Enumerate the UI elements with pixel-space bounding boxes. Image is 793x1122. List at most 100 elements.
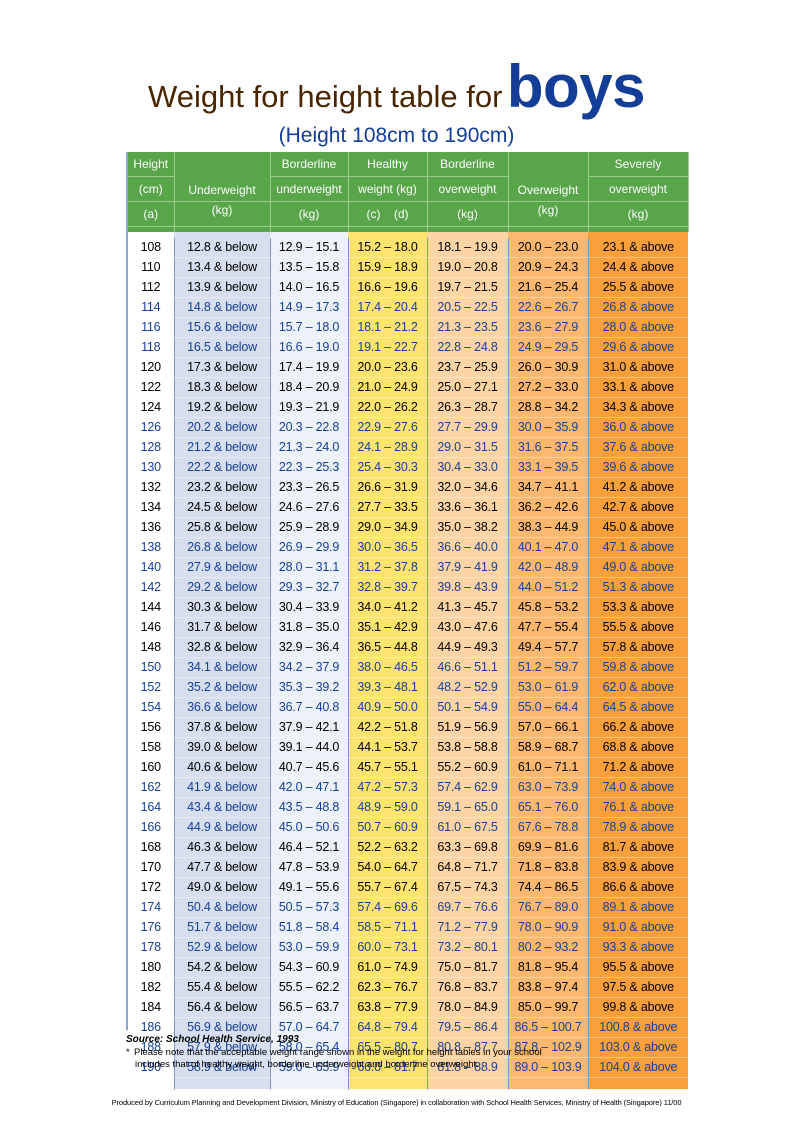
- cell-overweight: 36.2 – 42.6: [508, 497, 589, 518]
- cell-height: 174: [128, 897, 175, 918]
- cell-healthy-weight: 54.0 – 64.7: [348, 857, 428, 878]
- cell-overweight: 78.0 – 90.9: [508, 917, 589, 938]
- cell-severely-overweight: 100.8 & above: [588, 1017, 688, 1038]
- cell-healthy-weight: 27.7 – 33.5: [348, 497, 428, 518]
- cell-healthy-weight: 63.8 – 77.9: [348, 997, 428, 1018]
- header-height-line1: Height: [128, 152, 175, 177]
- cell-borderline-overweight: 27.7 – 29.9: [427, 417, 509, 438]
- cell-healthy-weight: 19.1 – 22.7: [348, 337, 428, 358]
- table-row: 150 34.1 & below 34.2 – 37.9 38.0 – 46.5 46.…: [128, 657, 688, 678]
- cell-underweight: 13.4 & below: [174, 257, 271, 278]
- cell-underweight: 32.8 & below: [174, 637, 271, 658]
- cell-borderline-overweight: 55.2 – 60.9: [427, 757, 509, 778]
- cell-overweight: 67.6 – 78.8: [508, 817, 589, 838]
- cell-borderline-overweight: 36.6 – 40.0: [427, 537, 509, 558]
- cell-borderline-underweight: 14.0 – 16.5: [270, 277, 349, 298]
- cell-borderline-overweight: 79.5 – 86.4: [427, 1017, 509, 1038]
- cell-overweight: 42.0 – 48.9: [508, 557, 589, 578]
- cell-severely-overweight: 26.8 & above: [588, 297, 688, 318]
- cell-borderline-underweight: 26.9 – 29.9: [270, 537, 349, 558]
- cell-severely-overweight: 76.1 & above: [588, 797, 688, 818]
- cell-height: 166: [128, 817, 175, 838]
- cell-borderline-underweight: 18.4 – 20.9: [270, 377, 349, 398]
- cell-borderline-overweight: 53.8 – 58.8: [427, 737, 509, 758]
- cell-borderline-underweight: 32.9 – 36.4: [270, 637, 349, 658]
- cell-overweight: 30.0 – 35.9: [508, 417, 589, 438]
- cell-severely-overweight: 93.3 & above: [588, 937, 688, 958]
- cell-borderline-overweight: 29.0 – 31.5: [427, 437, 509, 458]
- table-row: 108 12.8 & below 12.9 – 15.1 15.2 – 18.0 18.…: [128, 237, 688, 258]
- table-row: 136 25.8 & below 25.9 – 28.9 29.0 – 34.9 35.…: [128, 517, 688, 538]
- cell-healthy-weight: 30.0 – 36.5: [348, 537, 428, 558]
- cell-borderline-underweight: 42.0 – 47.1: [270, 777, 349, 798]
- cell-healthy-weight: 47.2 – 57.3: [348, 777, 428, 798]
- cell-overweight: 27.2 – 33.0: [508, 377, 589, 398]
- cell-severely-overweight: 97.5 & above: [588, 977, 688, 998]
- cell-healthy-weight: 21.0 – 24.9: [348, 377, 428, 398]
- table-row: 114 14.8 & below 14.9 – 17.3 17.4 – 20.4 20.…: [128, 297, 688, 318]
- cell-underweight: 25.8 & below: [174, 517, 271, 538]
- cell-severely-overweight: 45.0 & above: [588, 517, 688, 538]
- cell-underweight: 27.9 & below: [174, 557, 271, 578]
- table-row: 126 20.2 & below 20.3 – 22.8 22.9 – 27.6 27.…: [128, 417, 688, 438]
- cell-underweight: 30.3 & below: [174, 597, 271, 618]
- header-borderline-overweight-line1: Borderline: [427, 152, 509, 177]
- cell-underweight: 31.7 & below: [174, 617, 271, 638]
- cell-borderline-underweight: 30.4 – 33.9: [270, 597, 349, 618]
- header-borderline-overweight-line2: overweight: [427, 176, 509, 202]
- cell-overweight: 34.7 – 41.1: [508, 477, 589, 498]
- table-row: 124 19.2 & below 19.3 – 21.9 22.0 – 26.2 26.…: [128, 397, 688, 418]
- footnote-line-2: includes that of healthy weight, borderl…: [135, 1059, 479, 1070]
- cell-severely-overweight: 28.0 & above: [588, 317, 688, 338]
- table-row: 174 50.4 & below 50.5 – 57.3 57.4 – 69.6 69.…: [128, 897, 688, 918]
- cell-height: 154: [128, 697, 175, 718]
- cell-underweight: 55.4 & below: [174, 977, 271, 998]
- cell-height: 170: [128, 857, 175, 878]
- table-row: 132 23.2 & below 23.3 – 26.5 26.6 – 31.9 32.…: [128, 477, 688, 498]
- cell-healthy-weight: 52.2 – 63.2: [348, 837, 428, 858]
- cell-severely-overweight: 71.2 & above: [588, 757, 688, 778]
- cell-borderline-overweight: 76.8 – 83.7: [427, 977, 509, 998]
- cell-borderline-underweight: 49.1 – 55.6: [270, 877, 349, 898]
- cell-severely-overweight: 81.7 & above: [588, 837, 688, 858]
- cell-severely-overweight: 25.5 & above: [588, 277, 688, 298]
- cell-underweight: 14.8 & below: [174, 297, 271, 318]
- cell-borderline-overweight: 46.6 – 51.1: [427, 657, 509, 678]
- cell-borderline-underweight: 22.3 – 25.3: [270, 457, 349, 478]
- table-row: 140 27.9 & below 28.0 – 31.1 31.2 – 37.8 37.…: [128, 557, 688, 578]
- cell-borderline-underweight: 55.5 – 62.2: [270, 977, 349, 998]
- cell-height: 138: [128, 537, 175, 558]
- table-row: 152 35.2 & below 35.3 – 39.2 39.3 – 48.1 48.…: [128, 677, 688, 698]
- cell-overweight: 71.8 – 83.8: [508, 857, 589, 878]
- cell-borderline-overweight: 73.2 – 80.1: [427, 937, 509, 958]
- cell-underweight: 12.8 & below: [174, 237, 271, 258]
- header-height-line3: (a): [128, 201, 175, 227]
- cell-borderline-overweight: 37.9 – 41.9: [427, 557, 509, 578]
- cell-borderline-underweight: 16.6 – 19.0: [270, 337, 349, 358]
- cell-healthy-weight: 22.9 – 27.6: [348, 417, 428, 438]
- table-row: 112 13.9 & below 14.0 – 16.5 16.6 – 19.6 19.…: [128, 277, 688, 298]
- cell-borderline-overweight: 63.3 – 69.8: [427, 837, 509, 858]
- cell-borderline-overweight: 64.8 – 71.7: [427, 857, 509, 878]
- cell-underweight: 49.0 & below: [174, 877, 271, 898]
- cell-underweight: 46.3 & below: [174, 837, 271, 858]
- cell-healthy-weight: 25.4 – 30.3: [348, 457, 428, 478]
- cell-borderline-underweight: 43.5 – 48.8: [270, 797, 349, 818]
- page-title: Weight for height table for boys: [0, 52, 793, 120]
- cell-height: 172: [128, 877, 175, 898]
- cell-overweight: 26.0 – 30.9: [508, 357, 589, 378]
- cell-overweight: 65.1 – 76.0: [508, 797, 589, 818]
- cell-borderline-overweight: 41.3 – 45.7: [427, 597, 509, 618]
- cell-severely-overweight: 86.6 & above: [588, 877, 688, 898]
- cell-healthy-weight: 60.0 – 73.1: [348, 937, 428, 958]
- table-row: 168 46.3 & below 46.4 – 52.1 52.2 – 63.2 63.…: [128, 837, 688, 858]
- header-underweight-unit: (kg): [174, 201, 271, 227]
- cell-overweight: 74.4 – 86.5: [508, 877, 589, 898]
- cell-overweight: 33.1 – 39.5: [508, 457, 589, 478]
- cell-height: 158: [128, 737, 175, 758]
- cell-borderline-overweight: 33.6 – 36.1: [427, 497, 509, 518]
- cell-height: 168: [128, 837, 175, 858]
- table-row: 164 43.4 & below 43.5 – 48.8 48.9 – 59.0 59.…: [128, 797, 688, 818]
- table-row: 148 32.8 & below 32.9 – 36.4 36.5 – 44.8 44.…: [128, 637, 688, 658]
- cell-severely-overweight: 74.0 & above: [588, 777, 688, 798]
